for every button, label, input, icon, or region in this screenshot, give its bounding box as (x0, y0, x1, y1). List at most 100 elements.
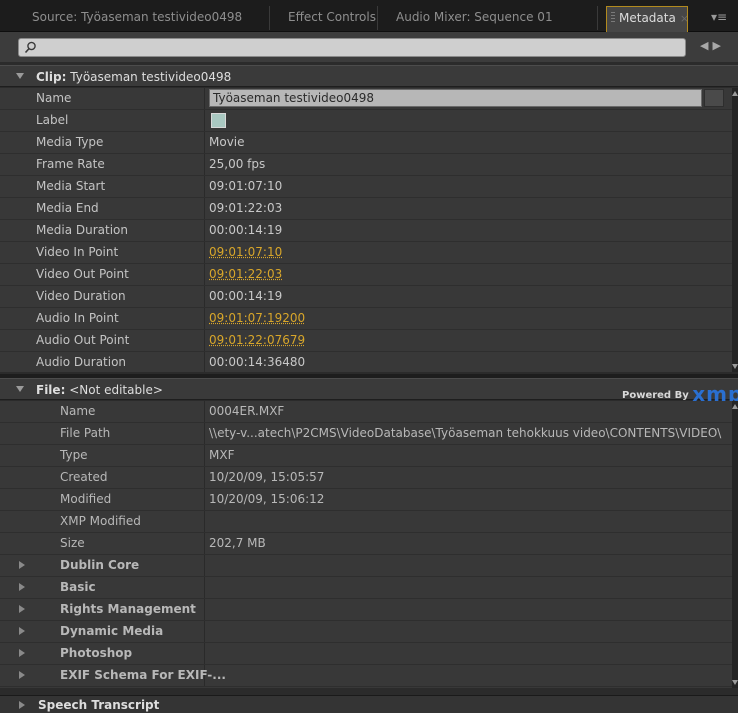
clip-name-row: Name Työaseman testivideo0498 (0, 88, 732, 110)
expand-triangle-icon[interactable] (19, 701, 25, 709)
file-properties: Name 0004ER.MXF File Path \\ety-v...atech\P… (0, 401, 732, 688)
tab-metadata[interactable]: Metadata × (606, 6, 688, 32)
clip-properties: Name Työaseman testivideo0498 Label Medi… (0, 88, 732, 372)
property-value[interactable]: 09:01:07:19200 (209, 308, 305, 329)
tab-source[interactable]: Source: Työaseman testivideo0498 (22, 6, 270, 30)
clip-row-media-end: Media End 09:01:22:03 (0, 198, 732, 220)
property-label: Created (0, 467, 205, 488)
property-value: 00:00:14:19 (209, 289, 283, 303)
clip-row-audio-out-point: Audio Out Point 09:01:22:07679 (0, 330, 732, 352)
clip-row-video-duration: Video Duration 00:00:14:19 (0, 286, 732, 308)
property-value: 25,00 fps (209, 157, 266, 171)
clip-row-media-start: Media Start 09:01:07:10 (0, 176, 732, 198)
schema-group-label: EXIF Schema For EXIF-... (0, 665, 226, 686)
property-label: File Path (0, 423, 205, 444)
property-value[interactable]: 09:01:07:10 (209, 242, 282, 263)
scroll-up-icon[interactable] (732, 404, 738, 409)
collapse-triangle-icon[interactable] (16, 386, 24, 392)
speech-transcript-section[interactable]: Speech Transcript (0, 695, 738, 713)
property-value: 10/20/09, 15:05:57 (209, 470, 325, 484)
property-label: Size (0, 533, 205, 554)
property-label: Media Type (0, 132, 205, 153)
schema-group-photoshop[interactable]: Photoshop (0, 643, 732, 665)
property-label: Video Out Point (0, 264, 205, 285)
property-label: Media Start (0, 176, 205, 197)
scroll-down-icon[interactable] (732, 364, 738, 369)
schema-group-label: Photoshop (0, 643, 205, 664)
next-arrow-icon[interactable]: ▶ (712, 39, 724, 52)
property-value: 202,7 MB (209, 536, 266, 550)
file-scrollbar[interactable] (732, 401, 738, 688)
panel-menu-icon[interactable]: ▾≡ (700, 6, 738, 30)
file-row-name: Name 0004ER.MXF (0, 401, 732, 423)
property-label: XMP Modified (0, 511, 205, 532)
tab-audio-mixer[interactable]: Audio Mixer: Sequence 01 (386, 6, 598, 30)
file-row-type: Type MXF (0, 445, 732, 467)
clip-name-field[interactable]: Työaseman testivideo0498 (209, 89, 702, 107)
clip-scrollbar[interactable] (732, 88, 738, 372)
property-value: 10/20/09, 15:06:12 (209, 492, 325, 506)
drag-grip-icon[interactable] (611, 12, 615, 24)
tab-audio-mixer-label: Audio Mixer: Sequence 01 (396, 10, 553, 24)
property-label: Name (0, 401, 205, 422)
schema-group-label: Dynamic Media (0, 621, 205, 642)
schema-group-dublin-core[interactable]: Dublin Core (0, 555, 732, 577)
clip-section-header[interactable]: Clip: Työaseman testivideo0498 (0, 65, 738, 87)
schema-group-dynamic-media[interactable]: Dynamic Media (0, 621, 732, 643)
clip-row-audio-duration: Audio Duration 00:00:14:36480 (0, 352, 732, 372)
file-section-header[interactable]: File: <Not editable> Powered By xmp (0, 378, 738, 406)
clip-row-media-duration: Media Duration 00:00:14:19 (0, 220, 732, 242)
file-row-size: Size 202,7 MB (0, 533, 732, 555)
clip-row-audio-in-point: Audio In Point 09:01:07:19200 (0, 308, 732, 330)
tab-effect-controls[interactable]: Effect Controls (278, 6, 378, 30)
property-label: Media End (0, 198, 205, 219)
tab-source-label: Source: Työaseman testivideo0498 (32, 10, 243, 24)
property-value: 09:01:07:10 (209, 179, 283, 193)
schema-group-rights-management[interactable]: Rights Management (0, 599, 732, 621)
property-value: Movie (209, 135, 245, 149)
previous-arrow-icon[interactable]: ◀ (700, 39, 712, 52)
clip-name-label: Name (0, 88, 205, 109)
close-tab-icon[interactable]: × (680, 12, 687, 25)
file-row-file-path: File Path \\ety-v...atech\P2CMS\VideoData… (0, 423, 732, 445)
clip-label-label: Label (0, 110, 205, 131)
property-label: Audio In Point (0, 308, 205, 329)
property-label: Frame Rate (0, 154, 205, 175)
schema-group-label: Dublin Core (0, 555, 205, 576)
speech-transcript-title: Speech Transcript (38, 698, 160, 712)
property-value[interactable]: 09:01:22:07679 (209, 330, 305, 351)
property-value: 0004ER.MXF (209, 404, 285, 418)
clip-label-row: Label (0, 110, 732, 132)
property-value[interactable]: 09:01:22:03 (209, 264, 282, 285)
collapse-triangle-icon[interactable] (16, 73, 24, 79)
schema-group-basic[interactable]: Basic (0, 577, 732, 599)
property-value: 00:00:14:36480 (209, 355, 306, 369)
panel-tab-bar: Source: Työaseman testivideo0498 Effect … (0, 0, 738, 32)
clip-row-frame-rate: Frame Rate 25,00 fps (0, 154, 732, 176)
property-label: Audio Duration (0, 352, 205, 372)
property-value: MXF (209, 448, 235, 462)
scroll-up-icon[interactable] (732, 91, 738, 96)
property-value: \\ety-v...atech\P2CMS\VideoDatabase\Työa… (209, 426, 722, 440)
label-color-swatch[interactable] (211, 113, 226, 128)
file-row-modified: Modified 10/20/09, 15:06:12 (0, 489, 732, 511)
property-label: Video Duration (0, 286, 205, 307)
property-value: 09:01:22:03 (209, 201, 283, 215)
clip-row-video-out-point: Video Out Point 09:01:22:03 (0, 264, 732, 286)
search-input[interactable] (18, 38, 686, 57)
search-row: ◀▶ (0, 32, 738, 62)
clip-row-media-type: Media Type Movie (0, 132, 732, 154)
tab-metadata-label: Metadata (619, 11, 676, 25)
property-label: Video In Point (0, 242, 205, 263)
file-section-title: File: <Not editable> (36, 383, 163, 397)
schema-group-exif-schema-for-exif[interactable]: EXIF Schema For EXIF-... (0, 665, 732, 687)
property-label: Media Duration (0, 220, 205, 241)
property-label: Type (0, 445, 205, 466)
clip-name-options-button[interactable] (704, 89, 724, 107)
file-row-created: Created 10/20/09, 15:05:57 (0, 467, 732, 489)
schema-group-label: Basic (0, 577, 205, 598)
clip-section-title: Clip: Työaseman testivideo0498 (36, 70, 232, 84)
scroll-down-icon[interactable] (732, 680, 738, 685)
property-value: 00:00:14:19 (209, 223, 283, 237)
clip-row-video-in-point: Video In Point 09:01:07:10 (0, 242, 732, 264)
